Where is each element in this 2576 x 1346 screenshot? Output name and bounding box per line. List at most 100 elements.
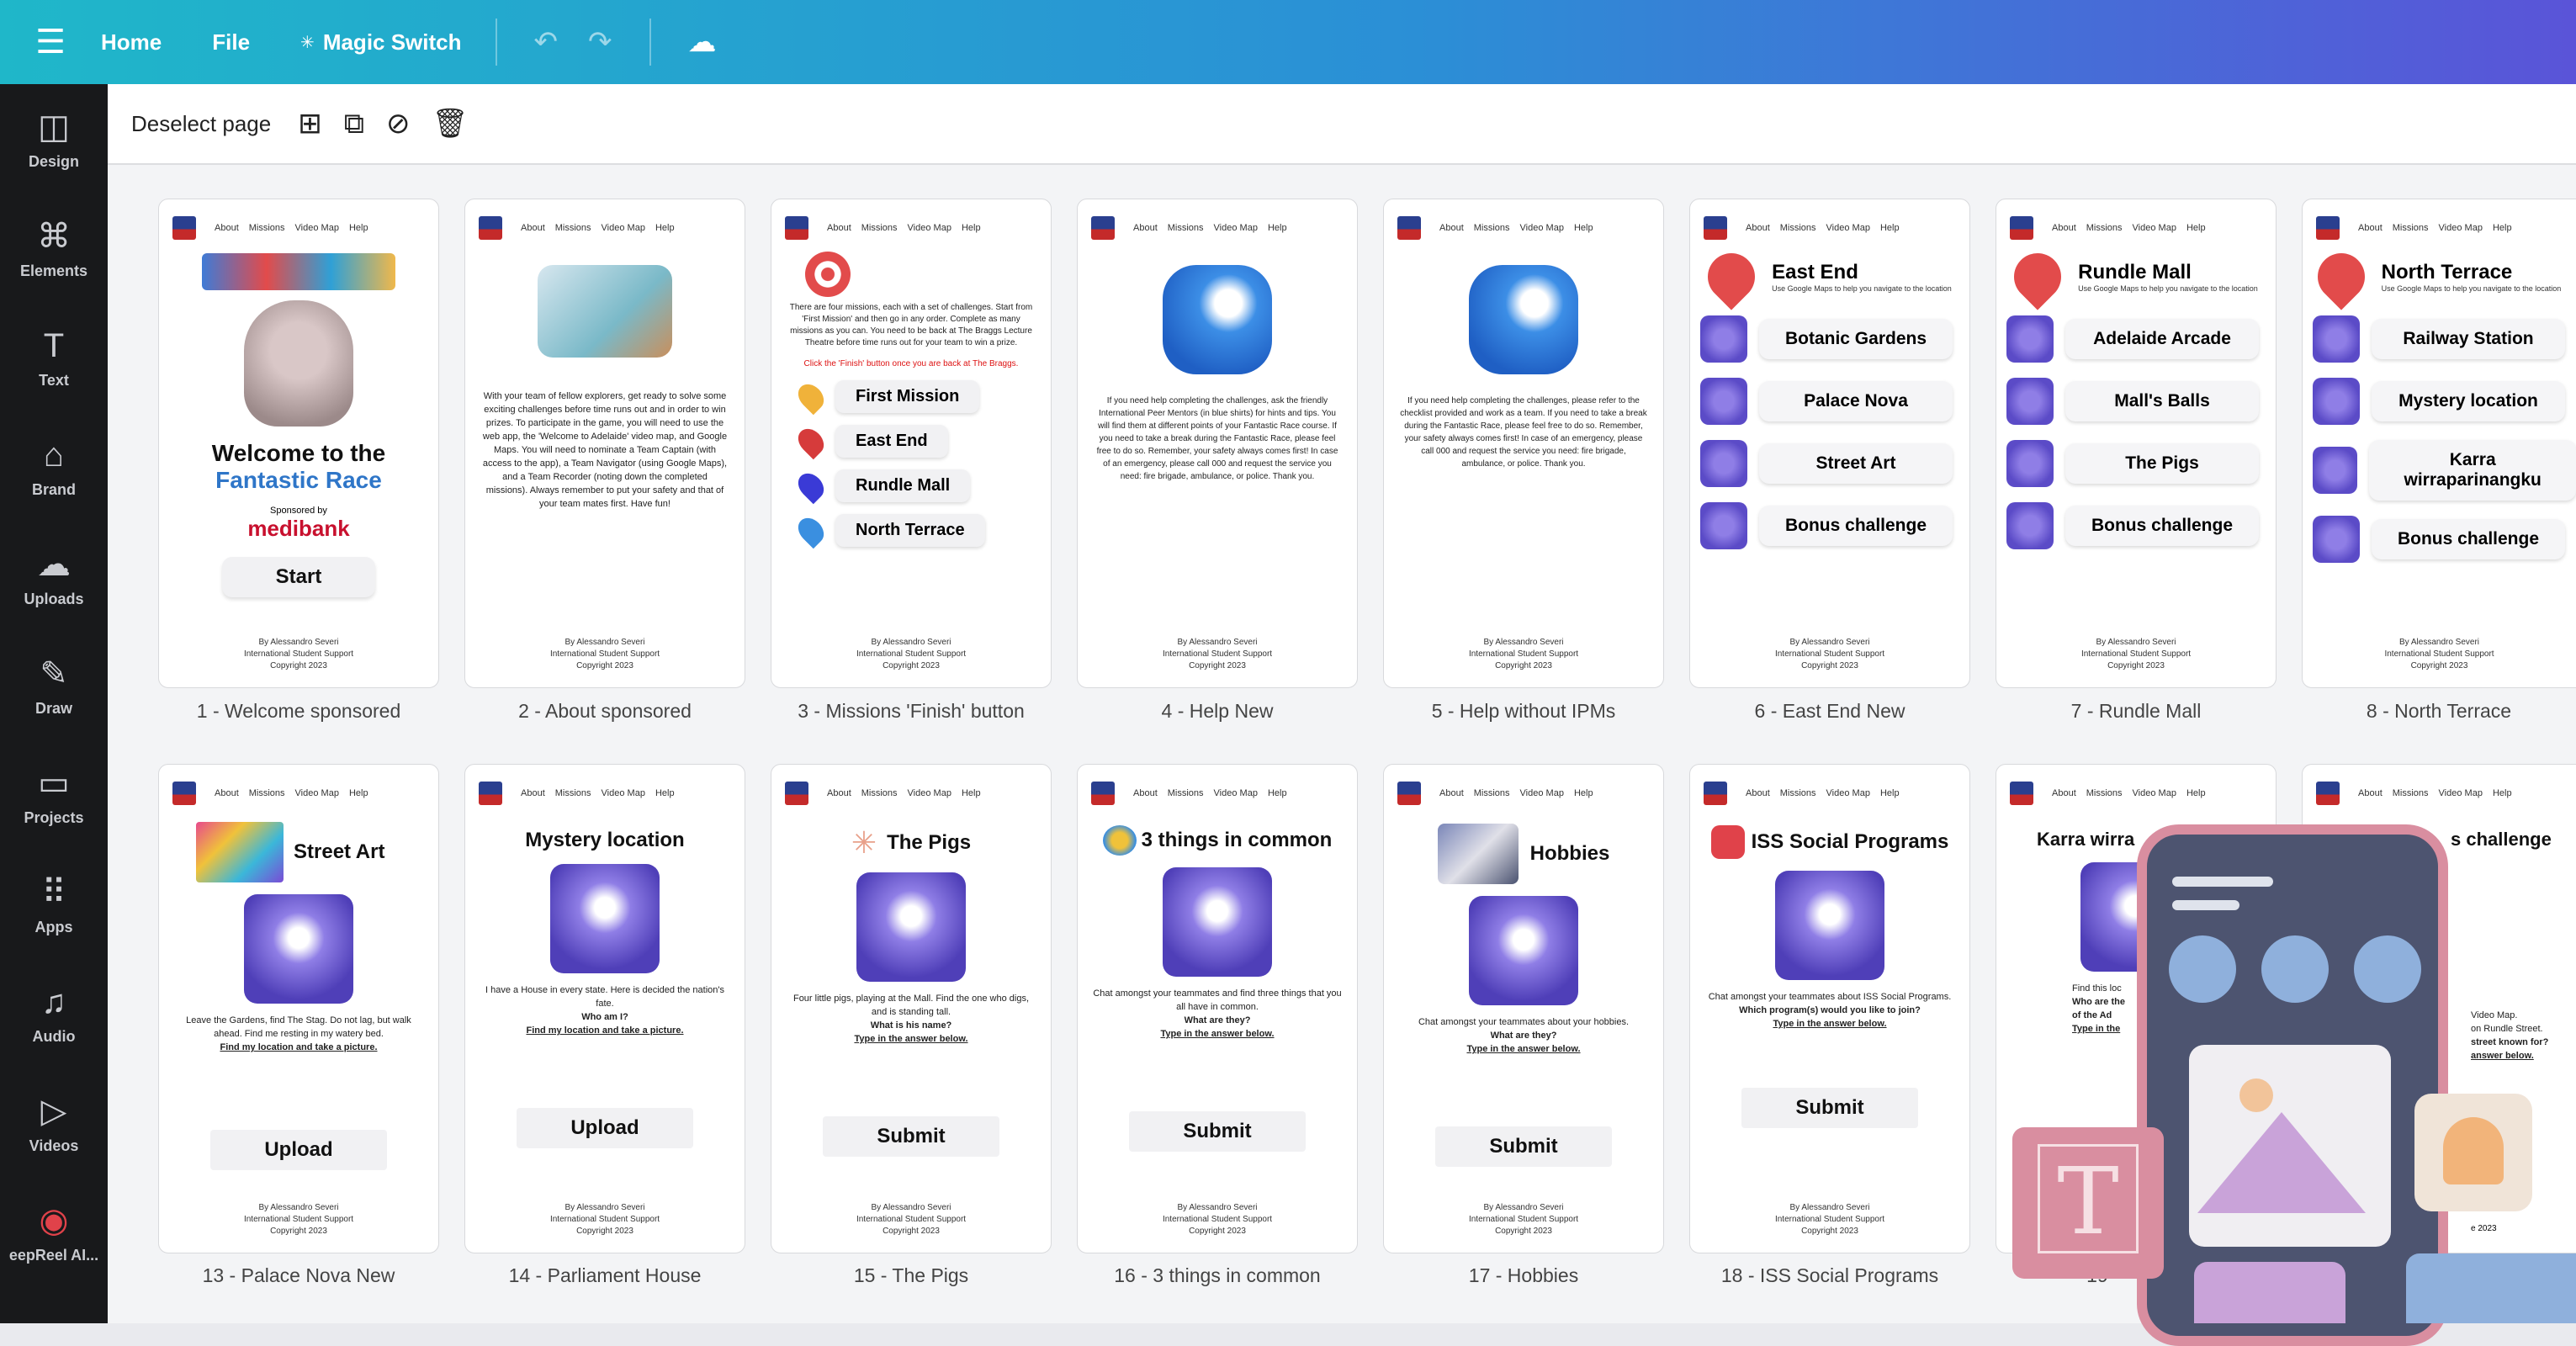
challenge-item[interactable]: Bonus challenge	[1700, 502, 1969, 549]
page-thumbnail-13[interactable]: About Missions Video Map Help Street Art Le…	[158, 764, 439, 1253]
nav-about: About	[1746, 223, 1770, 233]
task-text: Type in the answer below.	[1466, 1044, 1581, 1054]
menu-icon[interactable]: ☰	[0, 0, 101, 84]
submit-button[interactable]: Submit	[1741, 1088, 1918, 1128]
sidebar-item-audio[interactable]: ♫ Audio	[0, 959, 108, 1068]
hide-page-icon[interactable]: ⊘	[386, 107, 411, 140]
riddle-text: Four little pigs, playing at the Mall. F…	[792, 994, 1030, 1017]
page-thumbnail-16[interactable]: About Missions Video Map Help 3 things in c…	[1077, 764, 1358, 1253]
sidebar-item-deepreel[interactable]: ◉ eepReel AI...	[0, 1178, 108, 1287]
challenge-label: Railway Station	[2372, 319, 2565, 359]
upload-button[interactable]: Upload	[517, 1108, 693, 1148]
submit-button[interactable]: Submit	[1129, 1111, 1306, 1152]
file-menu[interactable]: File	[212, 29, 250, 56]
sidebar-item-elements[interactable]: ⌘ Elements	[0, 193, 108, 303]
nav-video-map: Video Map	[907, 223, 951, 233]
riddle-text: Chat amongst your teammates and find thr…	[1093, 988, 1342, 1012]
sidebar-item-label: Projects	[24, 808, 84, 826]
sidebar-item-projects[interactable]: ▭ Projects	[0, 740, 108, 850]
nav-about: About	[1133, 223, 1158, 233]
mission-first[interactable]: First Mission	[792, 379, 1051, 415]
challenge-item[interactable]: Bonus challenge	[2313, 516, 2576, 563]
challenge-item[interactable]: Adelaide Arcade	[2006, 315, 2276, 363]
submit-button[interactable]: Submit	[1435, 1126, 1612, 1167]
text-tool-letter: T	[2038, 1144, 2139, 1255]
page-thumbnail-17[interactable]: About Missions Video Map Help Hobbies Chat …	[1383, 764, 1664, 1253]
challenge-header: 3 things in common	[1078, 825, 1357, 856]
page-thumbnail-14[interactable]: About Missions Video Map Help Mystery locat…	[464, 764, 745, 1253]
cloud-check-icon[interactable]: ☁	[688, 25, 717, 59]
undo-icon[interactable]: ↶	[534, 25, 559, 59]
trash-icon[interactable]: 🗑	[432, 107, 469, 140]
nav-missions: Missions	[2086, 223, 2123, 233]
challenge-item[interactable]: Palace Nova	[1700, 378, 1969, 425]
gift-box-icon	[1700, 440, 1747, 487]
challenge-label: Mystery location	[2372, 381, 2565, 421]
submit-button[interactable]: Submit	[823, 1116, 999, 1157]
page-thumbnail-3[interactable]: About Missions Video Map Help There are fou…	[771, 199, 1052, 688]
magic-switch-button[interactable]: ✳ Magic Switch	[300, 29, 461, 56]
upload-button[interactable]: Upload	[210, 1130, 387, 1170]
sidebar-item-text[interactable]: T Text	[0, 303, 108, 412]
question-text: What are they?	[1184, 1015, 1251, 1025]
challenge-label: Botanic Gardens	[1759, 319, 1953, 359]
add-page-icon[interactable]: ⊞	[298, 107, 322, 140]
page-thumbnail-1[interactable]: About Missions Video Map Help Welcome to th…	[158, 199, 439, 688]
brand-icon: ⌂	[43, 436, 65, 474]
page-thumbnail-7[interactable]: About Missions Video Map Help Rundle Mall Us…	[1996, 199, 2277, 688]
footer-org: International Student Support	[549, 1215, 660, 1224]
challenge-item[interactable]: Railway Station	[2313, 315, 2576, 363]
redo-icon[interactable]: ↷	[588, 25, 612, 59]
sidebar-item-apps[interactable]: ⠿ Apps	[0, 850, 108, 959]
page-nav: About Missions Video Map Help	[1996, 765, 2276, 805]
deselect-page-button[interactable]: Deselect page	[131, 111, 271, 137]
sidebar-item-brand[interactable]: ⌂ Brand	[0, 412, 108, 522]
footer-copyright: Copyright 2023	[1801, 1227, 1858, 1236]
challenge-item[interactable]: Mystery location	[2313, 378, 2576, 425]
sidebar-item-draw[interactable]: ✎ Draw	[0, 631, 108, 740]
nav-about: About	[1133, 788, 1158, 798]
mission-east-end[interactable]: East End	[792, 423, 1051, 459]
riddle-text: I have a House in every state. Here is d…	[485, 985, 724, 1009]
home-menu[interactable]: Home	[101, 29, 162, 56]
page-thumbnail-15[interactable]: About Missions Video Map Help ✳ The Pigs Fou…	[771, 764, 1052, 1253]
footer-author: By Alessandro Severi	[258, 638, 339, 647]
sidebar-item-design[interactable]: ◫ Design	[0, 84, 108, 193]
challenge-item[interactable]: The Pigs	[2006, 440, 2276, 487]
page-thumbnail-6[interactable]: About Missions Video Map Help East End Use G…	[1689, 199, 1970, 688]
mission-rundle-mall[interactable]: Rundle Mall	[792, 468, 1051, 504]
challenge-item[interactable]: Karra wirraparinangku	[2313, 440, 2576, 501]
footer-org: International Student Support	[1468, 649, 1579, 659]
page-nav: About Missions Video Map Help	[1078, 765, 1357, 805]
gift-box-icon	[2006, 440, 2054, 487]
help-chat-bubble-icon	[1163, 265, 1272, 374]
challenge-item[interactable]: Street Art	[1700, 440, 1969, 487]
footer: By Alessandro Severi International Studen…	[465, 637, 745, 672]
challenge-item[interactable]: Bonus challenge	[2006, 502, 2276, 549]
challenge-item[interactable]: Mall's Balls	[2006, 378, 2276, 425]
sidebar-item-label: Uploads	[24, 590, 84, 607]
page-thumbnail-4[interactable]: About Missions Video Map Help If you need h…	[1077, 199, 1358, 688]
video-play-icon: ▷	[40, 1092, 67, 1130]
duplicate-page-icon[interactable]: ⧉	[344, 108, 364, 140]
page-thumbnail-8[interactable]: About Missions Video Map Help North Terrace…	[2302, 199, 2576, 688]
uni-logo	[2010, 216, 2033, 240]
page-thumbnail-18[interactable]: About Missions Video Map Help ISS Social Pr…	[1689, 764, 1970, 1253]
footer-copyright: Copyright 2023	[2410, 661, 2468, 670]
mission-north-terrace[interactable]: North Terrace	[792, 512, 1051, 548]
page-label: 1 - Welcome sponsored	[196, 700, 401, 722]
page-nav: About Missions Video Map Help	[2303, 199, 2576, 240]
riddle-text: Chat amongst your teammates about your h…	[1418, 1017, 1630, 1027]
sidebar-item-uploads[interactable]: ☁ Uploads	[0, 522, 108, 631]
start-button[interactable]: Start	[221, 557, 376, 597]
task-text: Type in the answer below.	[1773, 1019, 1887, 1029]
challenge-body: Chat amongst your teammates about ISS So…	[1690, 980, 1969, 1041]
sidebar-item-videos[interactable]: ▷ Videos	[0, 1068, 108, 1178]
finish-instructions: Click the 'Finish' button once you are b…	[803, 359, 1019, 368]
challenge-item[interactable]: Botanic Gardens	[1700, 315, 1969, 363]
page-label: 17 - Hobbies	[1468, 1264, 1579, 1286]
uni-logo	[1397, 216, 1421, 240]
page-thumbnail-5[interactable]: About Missions Video Map Help If you need h…	[1383, 199, 1664, 688]
nav-about: About	[215, 788, 239, 798]
page-thumbnail-2[interactable]: About Missions Video Map Help With your tea…	[464, 199, 745, 688]
